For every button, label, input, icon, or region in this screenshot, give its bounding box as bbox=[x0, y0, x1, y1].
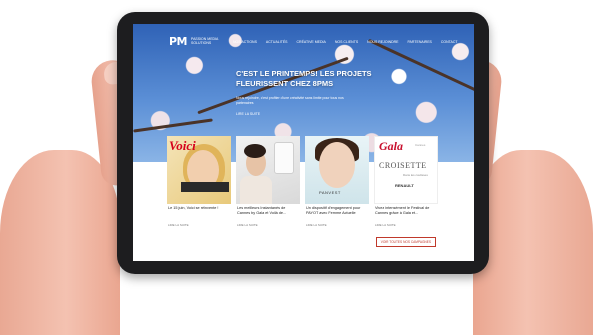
nav-item[interactable]: NOS CLIENTS bbox=[335, 40, 358, 44]
nav-item[interactable]: CRÉATIVE MEDIA bbox=[297, 40, 326, 44]
nav-menu: NOS ACTIONS ACTUALITÉS CRÉATIVE MEDIA NO… bbox=[233, 40, 458, 44]
croisette-title: CROISETTE bbox=[379, 161, 427, 170]
brand-logo: PANVEST bbox=[319, 190, 341, 195]
tablet-screen: PM PASSION MEDIA SOLUTIONS NOS ACTIONS A… bbox=[133, 24, 474, 261]
renault-logo: RENAULT bbox=[395, 183, 414, 188]
article-read-more-link[interactable]: LIRE LA SUITE bbox=[305, 218, 369, 227]
photo-device bbox=[274, 142, 294, 174]
nav-item[interactable]: NOUS REJOINDRE bbox=[367, 40, 398, 44]
article-caption[interactable]: Le 15 juin, Voici se réinvente ! bbox=[167, 204, 231, 218]
article-caption[interactable]: Les meilleurs Instantanés de Cannes by G… bbox=[236, 204, 300, 218]
gala-small-label: Cannes bbox=[415, 143, 426, 147]
article-thumbnail[interactable] bbox=[236, 136, 300, 204]
article-card[interactable]: PANVEST Un dispositif d'engagement pour … bbox=[305, 136, 369, 246]
branch bbox=[367, 38, 474, 93]
hero-read-more-link[interactable]: LIRE LA SUITE bbox=[236, 112, 260, 116]
article-card[interactable]: Voici Le 15 juin, Voici se réinvente ! L… bbox=[167, 136, 231, 246]
article-cards: Voici Le 15 juin, Voici se réinvente ! L… bbox=[167, 136, 438, 246]
photo-person-body bbox=[240, 176, 272, 204]
article-thumbnail[interactable]: PANVEST bbox=[305, 136, 369, 204]
article-card[interactable]: Les meilleurs Instantanés de Cannes by G… bbox=[236, 136, 300, 246]
article-thumbnail[interactable]: Voici bbox=[167, 136, 231, 204]
cover-banner bbox=[181, 182, 229, 192]
top-nav: PM PASSION MEDIA SOLUTIONS NOS ACTIONS A… bbox=[133, 31, 474, 48]
nav-item[interactable]: PARTENAIRES bbox=[407, 40, 431, 44]
site-logo[interactable]: PM bbox=[169, 35, 188, 48]
all-campaigns-button[interactable]: VOIR TOUTES NOS CAMPAGNES bbox=[375, 237, 436, 247]
article-caption[interactable]: Un dispositif d'engagement pour PAYOT av… bbox=[305, 204, 369, 218]
site-logo-subtitle: PASSION MEDIA SOLUTIONS bbox=[191, 37, 219, 45]
voici-logo: Voici bbox=[169, 138, 196, 153]
photo-model-face bbox=[319, 142, 355, 188]
article-read-more-link[interactable]: LIRE LA SUITE bbox=[167, 218, 231, 227]
article-thumbnail[interactable]: Gala Cannes CROISETTE Dans les coulisses… bbox=[374, 136, 438, 204]
branch bbox=[133, 118, 213, 133]
article-card[interactable]: Gala Cannes CROISETTE Dans les coulisses… bbox=[374, 136, 438, 246]
right-hand-palm bbox=[473, 150, 593, 335]
article-read-more-link[interactable]: LIRE LA SUITE bbox=[374, 218, 438, 227]
hero-subtitle: Nous rejoindre, c'est profiter d'une cré… bbox=[236, 96, 344, 105]
gala-logo: Gala bbox=[379, 139, 403, 153]
nav-item[interactable]: CONTACT bbox=[441, 40, 458, 44]
article-read-more-link[interactable]: LIRE LA SUITE bbox=[236, 218, 300, 227]
article-caption[interactable]: Vivez intensément le Festival de Cannes … bbox=[374, 204, 438, 218]
hero-title: C'EST LE PRINTEMPS! LES PROJETS FLEURISS… bbox=[236, 69, 372, 88]
croisette-subtitle: Dans les coulisses bbox=[403, 173, 428, 177]
nav-item[interactable]: ACTUALITÉS bbox=[266, 40, 288, 44]
nav-item[interactable]: NOS ACTIONS bbox=[233, 40, 257, 44]
photo-person-hair bbox=[244, 144, 266, 158]
